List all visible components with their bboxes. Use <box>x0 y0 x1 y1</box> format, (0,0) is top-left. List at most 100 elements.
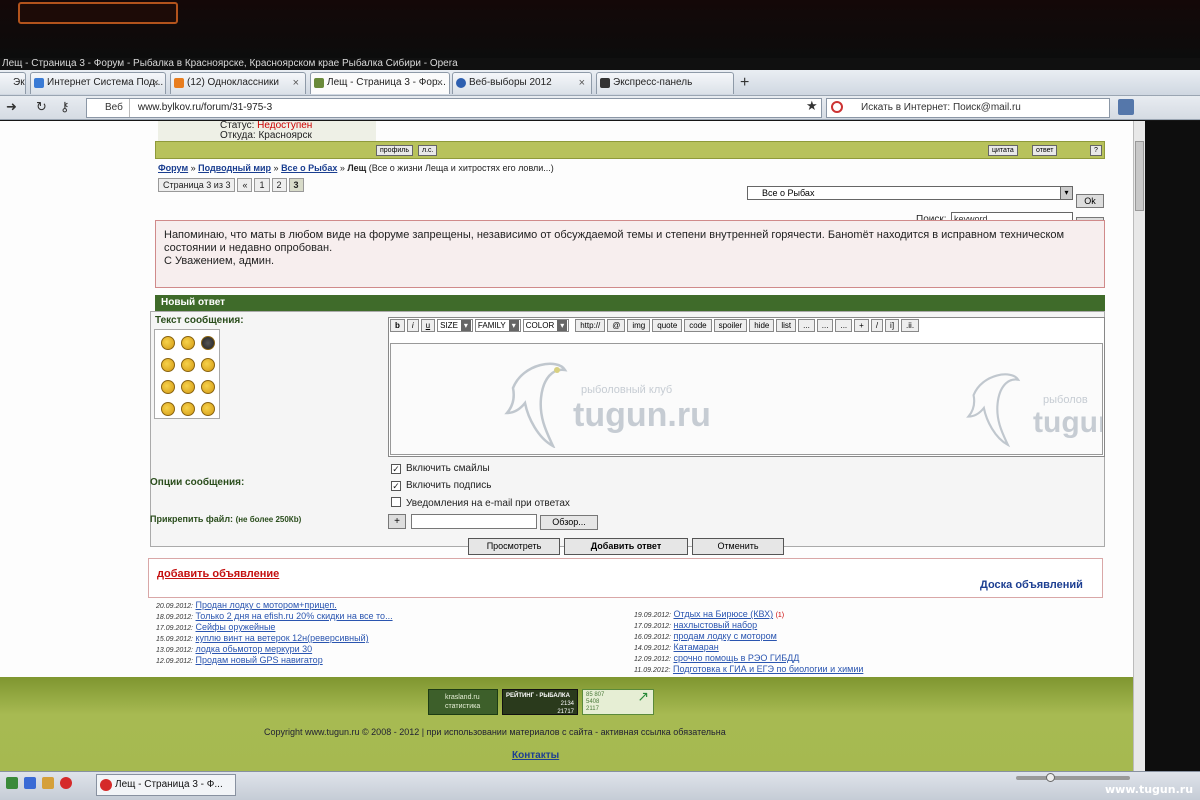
smiley-icon[interactable] <box>181 402 195 416</box>
smiley-icon[interactable] <box>201 358 215 372</box>
quote-button[interactable]: цитата <box>988 145 1018 156</box>
breadcrumb-forum[interactable]: Форум <box>158 163 188 173</box>
chevron-down-icon[interactable]: ▾ <box>1060 187 1072 199</box>
option-smiles[interactable]: ✓ Включить смайлы <box>391 463 490 474</box>
new-tab-icon[interactable]: + <box>740 74 749 92</box>
item-link[interactable]: Отдых на Бирюсе (КВХ) <box>674 609 774 619</box>
breadcrumb-subsection[interactable]: Все о Рыбах <box>281 163 337 173</box>
scrollbar-thumb[interactable] <box>1135 141 1144 211</box>
smiley-icon[interactable] <box>181 380 195 394</box>
toolbar-button[interactable]: i] <box>885 319 900 332</box>
url-button[interactable]: http:// <box>575 319 606 332</box>
item-link[interactable]: Катамаран <box>674 642 719 652</box>
start-icon[interactable] <box>6 777 18 789</box>
taskbar-window-item[interactable]: Лещ - Страница 3 - Ф... <box>96 774 236 796</box>
item-link[interactable]: Только 2 дня на efish.ru 20% скидки на в… <box>196 611 393 621</box>
item-link[interactable]: срочно помощь в РЭО ГИБДД <box>674 653 800 663</box>
close-icon[interactable]: × <box>437 73 443 93</box>
fishing-rating-counter[interactable]: РЕЙТИНГ - РЫБАЛКА 2134 21717 <box>502 689 578 715</box>
pm-button[interactable]: л.с. <box>418 145 438 156</box>
back-icon[interactable]: ➜ <box>6 99 17 115</box>
zoom-slider-knob[interactable] <box>1046 773 1055 782</box>
tab-web-elections[interactable]: Веб-выборы 2012 × <box>452 72 592 94</box>
option-email[interactable]: Уведомления на e-mail при ответах <box>391 497 570 509</box>
bookmark-star-icon[interactable]: ★ <box>806 98 818 114</box>
checkbox-unchecked[interactable] <box>391 497 401 507</box>
item-link[interactable]: Продан лодку с мотором+прицеп. <box>196 600 337 610</box>
cool-smiley-icon[interactable] <box>201 336 215 350</box>
toolbar-button[interactable]: ... <box>835 319 853 332</box>
tab-odnoklassniki[interactable]: (12) Одноклассники × <box>170 72 306 94</box>
page-2-button[interactable]: 2 <box>271 178 287 192</box>
message-textarea[interactable]: рыболовный клуб tugun.ru рыболов tugun <box>390 343 1103 455</box>
add-classified-link[interactable]: добавить объявление <box>157 568 279 580</box>
item-link[interactable]: лодка обьмотор меркури 30 <box>196 644 313 654</box>
folder-icon[interactable] <box>42 777 54 789</box>
vertical-scrollbar[interactable] <box>1133 121 1145 771</box>
code-button[interactable]: code <box>684 319 712 332</box>
italic-button[interactable]: i <box>406 319 419 332</box>
contacts-link[interactable]: Контакты <box>512 750 559 761</box>
item-link[interactable]: нахлыстовый набор <box>674 620 758 630</box>
smiley-icon[interactable] <box>161 358 175 372</box>
search-field[interactable]: Искать в Интернет: Поиск@mail.ru <box>826 98 1110 118</box>
address-bar[interactable]: Веб www.bylkov.ru/forum/31-975-3 <box>86 98 822 118</box>
url-text[interactable]: www.bylkov.ru/forum/31-975-3 <box>130 102 272 113</box>
forum-jump-select[interactable]: Все о Рыбах ▾ <box>747 186 1073 200</box>
item-link[interactable]: Подготовка к ГИА и ЕГЭ по биологии и хим… <box>673 664 863 674</box>
smiley-icon[interactable] <box>201 402 215 416</box>
close-icon[interactable]: × <box>153 73 159 93</box>
quote-tag-button[interactable]: quote <box>652 319 683 332</box>
spoiler-button[interactable]: spoiler <box>713 319 748 332</box>
checkbox-checked[interactable]: ✓ <box>391 481 401 491</box>
breadcrumb-section[interactable]: Подводный мир <box>198 163 271 173</box>
cancel-button[interactable]: Отменить <box>692 538 784 555</box>
ie-icon[interactable] <box>24 777 36 789</box>
checkbox-checked[interactable]: ✓ <box>391 464 401 474</box>
list-button[interactable]: list <box>776 319 797 332</box>
smiley-icon[interactable] <box>201 380 215 394</box>
toolbar-button[interactable]: ... <box>798 319 815 332</box>
smiley-icon[interactable] <box>181 358 195 372</box>
toolbar-button[interactable]: / <box>870 319 884 332</box>
option-signature[interactable]: ✓ Включить подпись <box>391 480 491 491</box>
liveinternet-counter[interactable]: 85 807 5408 2117 ↗ <box>582 689 654 715</box>
family-select[interactable]: FAMILY <box>474 319 521 332</box>
toolbar-button[interactable]: .ii. <box>901 319 920 332</box>
preview-button[interactable]: Просмотреть <box>468 538 560 555</box>
bold-button[interactable]: b <box>390 319 405 332</box>
item-link[interactable]: куплю винт на ветерок 12н(реверсивный) <box>196 633 369 643</box>
reload-icon[interactable]: ↻ <box>36 99 47 115</box>
classifieds-board-link[interactable]: Доска объявлений <box>980 579 1083 591</box>
opera-icon[interactable] <box>60 777 72 789</box>
submit-reply-button[interactable]: Добавить ответ <box>564 538 688 555</box>
file-input[interactable] <box>411 514 537 529</box>
tab-speed-dial[interactable]: Экспресс-панель <box>596 72 734 94</box>
smiley-icon[interactable] <box>181 336 195 350</box>
smiley-icon[interactable] <box>161 336 175 350</box>
tab-internet-system[interactable]: Интернет Система Под... × <box>30 72 166 94</box>
item-link[interactable]: продам лодку с мотором <box>674 631 777 641</box>
prev-page-button[interactable]: « <box>237 178 253 192</box>
panel-icon[interactable] <box>1118 99 1134 115</box>
close-icon[interactable]: × <box>293 73 299 93</box>
key-icon[interactable]: ⚷ <box>60 99 70 115</box>
profile-button[interactable]: профиль <box>376 145 413 156</box>
reply-button[interactable]: ответ <box>1032 145 1058 156</box>
hide-button[interactable]: hide <box>749 319 775 332</box>
tab-leshch-active[interactable]: Лещ - Страница 3 - Фор... × <box>310 72 450 94</box>
size-select[interactable]: SIZE <box>437 319 473 332</box>
email-button[interactable]: @ <box>607 319 626 332</box>
zoom-slider[interactable] <box>1016 776 1130 780</box>
smiley-icon[interactable] <box>161 402 175 416</box>
browse-button[interactable]: Обзор... <box>540 515 598 530</box>
krasland-counter[interactable]: krasland.ru статистика <box>428 689 498 715</box>
toolbar-button[interactable]: + <box>854 319 869 332</box>
close-icon[interactable]: × <box>579 73 585 93</box>
item-link[interactable]: Сейфы оружейные <box>196 622 276 632</box>
item-link[interactable]: Продам новый GPS навигатор <box>196 655 323 665</box>
add-file-button[interactable]: + <box>388 514 406 529</box>
tab-express[interactable]: Экспрес <box>0 72 26 94</box>
jump-ok-button[interactable]: Ok <box>1076 194 1104 208</box>
help-button[interactable]: ? <box>1090 145 1102 156</box>
